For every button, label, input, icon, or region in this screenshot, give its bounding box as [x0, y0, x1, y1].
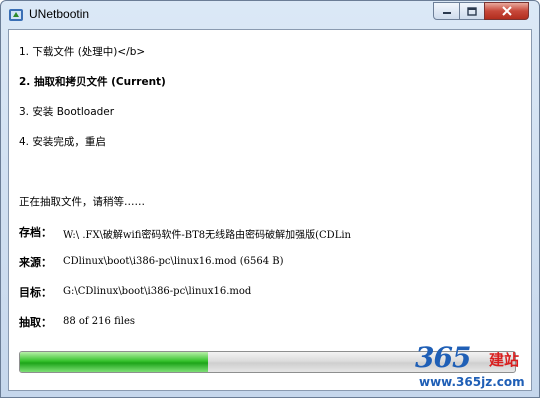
source-label: 来源： — [19, 256, 52, 269]
minimize-button[interactable] — [433, 2, 460, 20]
step-install-bootloader: 3. 安装 Bootloader — [19, 106, 115, 118]
watermark-url: www.365jz.com — [419, 375, 525, 389]
close-icon — [501, 6, 512, 16]
step-complete-reboot: 4. 安装完成，重启 — [19, 136, 106, 148]
watermark-logo: 365 建站 www.365jz.com — [411, 341, 537, 397]
main-panel: 1. 下载文件 (处理中)</b> 2. 抽取和拷贝文件 (Current) 3… — [8, 29, 532, 391]
maximize-icon — [467, 6, 477, 16]
unetbootin-icon — [9, 9, 23, 21]
watermark-brand: 建站 — [489, 351, 520, 369]
archive-label: 存档： — [19, 226, 52, 239]
target-label: 目标： — [19, 286, 52, 299]
progress-fill — [20, 352, 209, 372]
watermark-number: 365 — [415, 341, 471, 374]
title-bar[interactable]: UNetbootin — [1, 1, 539, 29]
step-extract-current: 2. 抽取和拷贝文件 (Current) — [19, 76, 166, 88]
close-button[interactable] — [484, 2, 529, 20]
source-value: CDlinux\boot\i386-pc\linux16.mod (6564 B… — [63, 256, 284, 267]
extracted-label: 抽取： — [19, 316, 52, 329]
maximize-button[interactable] — [459, 2, 485, 20]
window-title: UNetbootin — [29, 7, 90, 21]
minimize-icon — [442, 12, 451, 14]
status-text: 正在抽取文件，请稍等…… — [19, 196, 145, 208]
target-value: G:\CDlinux\boot\i386-pc\linux16.mod — [63, 286, 252, 297]
archive-value: W:\ .FX\破解wifi密码软件-BT8无线路由密码破解加强版(CDLin — [63, 230, 351, 241]
extracted-value: 88 of 216 files — [63, 316, 135, 327]
app-window: UNetbootin 1. 下载文件 (处理中)</b> 2. 抽取和拷贝文件 … — [0, 0, 540, 398]
step-download: 1. 下载文件 (处理中)</b> — [19, 46, 146, 58]
